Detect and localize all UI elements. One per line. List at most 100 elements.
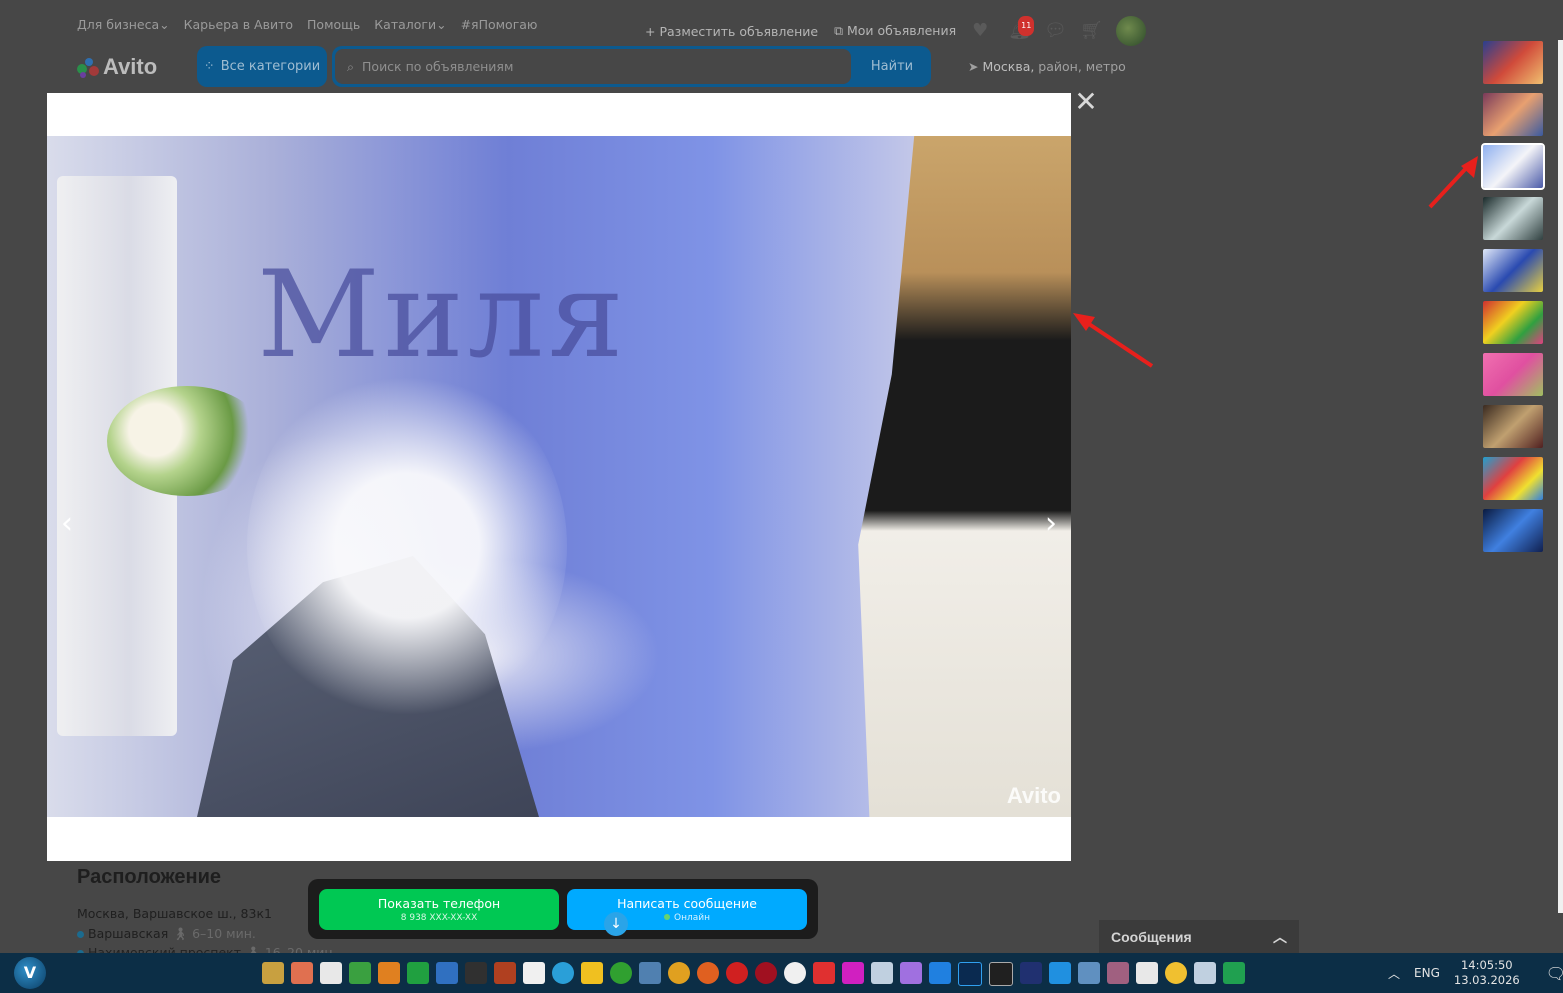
heart-icon[interactable]: ♥	[972, 22, 992, 40]
all-categories-button[interactable]: ⁘ Все категории	[197, 46, 327, 87]
opera-icon[interactable]	[726, 962, 748, 984]
firefox-icon[interactable]	[697, 962, 719, 984]
app-icon[interactable]	[523, 962, 545, 984]
search-button[interactable]: Найти	[853, 46, 931, 87]
thumbnail-active[interactable]	[1481, 143, 1545, 190]
contact-action-bar: Показать телефон 8 938 XXX-XX-XX Написат…	[308, 879, 818, 939]
thumbnail[interactable]	[1483, 249, 1543, 292]
thumbnail[interactable]	[1483, 509, 1543, 552]
language-indicator[interactable]: ENG	[1414, 966, 1440, 980]
excel-icon[interactable]	[1223, 962, 1245, 984]
start-button[interactable]: V	[14, 957, 46, 989]
photo-backdrop-sign: Миля	[257, 246, 628, 385]
globe-icon[interactable]	[436, 962, 458, 984]
avito-watermark: Avito	[1006, 783, 1061, 808]
document-icon[interactable]	[320, 962, 342, 984]
address: Москва, Варшавское ш., 83к1	[77, 906, 272, 921]
monitor-icon[interactable]	[1049, 962, 1071, 984]
app-icon[interactable]	[1020, 962, 1042, 984]
media-player-icon[interactable]	[581, 962, 603, 984]
torrent-icon[interactable]	[610, 962, 632, 984]
thumbnail[interactable]	[1483, 353, 1543, 396]
app-icon[interactable]	[291, 962, 313, 984]
check-icon[interactable]	[349, 962, 371, 984]
photo-viewer: Миля Avito ‹ ›	[47, 93, 1071, 861]
bell-icon[interactable]: 🔔︎11	[1008, 16, 1035, 40]
search-bar: ⌕ Поиск по объявлениям Найти	[332, 46, 931, 87]
location-selector[interactable]: ➤ Москва, район, метро	[968, 59, 1126, 74]
app-icon[interactable]	[465, 962, 487, 984]
terminal-icon[interactable]	[989, 962, 1013, 986]
system-tray: ︿ ENG 14:05:50 13.03.2026 🗨︎	[1388, 953, 1563, 993]
photoshop-icon[interactable]	[958, 962, 982, 986]
notifications-badge: 11	[1018, 16, 1035, 36]
app-icon[interactable]	[813, 962, 835, 984]
snipping-icon[interactable]	[929, 962, 951, 984]
post-ad-link[interactable]: + Разместить объявление	[645, 24, 818, 39]
app-icon[interactable]	[639, 962, 661, 984]
photo-flowers	[107, 386, 267, 496]
plus-icon: +	[645, 23, 656, 39]
nav-business[interactable]: Для бизнеса	[77, 17, 159, 32]
app-icon[interactable]	[1107, 962, 1129, 984]
show-phone-button[interactable]: Показать телефон 8 938 XXX-XX-XX	[319, 889, 559, 930]
thumbnail[interactable]	[1483, 41, 1543, 84]
app-icon[interactable]	[1078, 962, 1100, 984]
red-arrow-icon	[1428, 156, 1478, 209]
windows-taskbar: V ︿ ENG 14:05:50 13.03.2026 🗨︎	[0, 953, 1563, 993]
feather-icon[interactable]	[900, 962, 922, 984]
online-dot-icon	[664, 914, 670, 920]
excel-icon[interactable]	[407, 962, 429, 984]
chevron-down-icon: ⌄	[436, 17, 447, 32]
yandex-browser-icon[interactable]	[784, 962, 806, 984]
header-actions: + Разместить объявление ⧉ Мои объявления…	[645, 16, 1147, 46]
metro-station: Варшавская 🚶︎ 6–10 мин.	[77, 926, 256, 942]
app-icon[interactable]	[1165, 962, 1187, 984]
app-icon[interactable]	[262, 962, 284, 984]
app-icon[interactable]	[494, 962, 516, 984]
download-icon[interactable]: ↓	[604, 912, 628, 936]
nav-help-tag[interactable]: #яПомогаю	[461, 17, 538, 32]
taskbar-pinned-apps	[262, 962, 1245, 986]
thumbnail[interactable]	[1483, 197, 1543, 240]
thumbnail-strip	[1481, 41, 1545, 561]
telegram-icon[interactable]	[552, 962, 574, 984]
main-photo[interactable]: Миля Avito ‹ ›	[47, 136, 1071, 817]
calculator-icon[interactable]	[871, 962, 893, 984]
chevron-down-icon: ⌄	[159, 17, 170, 32]
write-message-button[interactable]: Написать сообщение Онлайн	[567, 889, 807, 930]
avito-logo-dots-icon	[77, 56, 99, 78]
recycle-bin-icon[interactable]	[1194, 962, 1216, 984]
walking-icon: 🚶︎	[172, 926, 189, 941]
cart-icon[interactable]: 🛒︎	[1080, 22, 1103, 40]
thumbnail[interactable]	[1483, 405, 1543, 448]
notification-center-icon[interactable]: 🗨︎	[1546, 964, 1563, 983]
location-title: Расположение	[77, 866, 222, 888]
photo-woman	[858, 136, 1071, 817]
chevron-up-icon[interactable]: ︿	[1273, 927, 1287, 947]
nav-catalogs[interactable]: Каталоги	[374, 17, 436, 32]
clock[interactable]: 14:05:50 13.03.2026	[1454, 958, 1520, 988]
opera-gx-icon[interactable]	[755, 962, 777, 984]
next-photo-arrow-icon[interactable]: ›	[1036, 506, 1066, 541]
search-input[interactable]: ⌕ Поиск по объявлениям	[335, 49, 851, 84]
avatar[interactable]	[1116, 16, 1147, 46]
chevron-up-icon[interactable]: ︿	[1388, 965, 1400, 982]
thumbnail[interactable]	[1483, 301, 1543, 344]
app-icon[interactable]	[842, 962, 864, 984]
chrome-icon[interactable]	[668, 962, 690, 984]
chat-icon[interactable]: 💬︎	[1044, 22, 1067, 40]
messages-panel[interactable]: Сообщения ︿	[1099, 920, 1299, 953]
my-ads-link[interactable]: ⧉ Мои объявления	[834, 23, 956, 39]
prev-photo-arrow-icon[interactable]: ‹	[52, 506, 82, 541]
page-edge	[1558, 40, 1563, 913]
thumbnail[interactable]	[1483, 457, 1543, 500]
red-arrow-icon	[1073, 313, 1154, 368]
document-icon[interactable]	[1136, 962, 1158, 984]
close-icon[interactable]: ✕	[1074, 88, 1098, 116]
check-icon[interactable]	[378, 962, 400, 984]
thumbnail[interactable]	[1483, 93, 1543, 136]
avito-logo[interactable]: Avito	[77, 54, 157, 80]
nav-career[interactable]: Карьера в Авито	[184, 17, 293, 32]
nav-help[interactable]: Помощь	[307, 17, 360, 32]
